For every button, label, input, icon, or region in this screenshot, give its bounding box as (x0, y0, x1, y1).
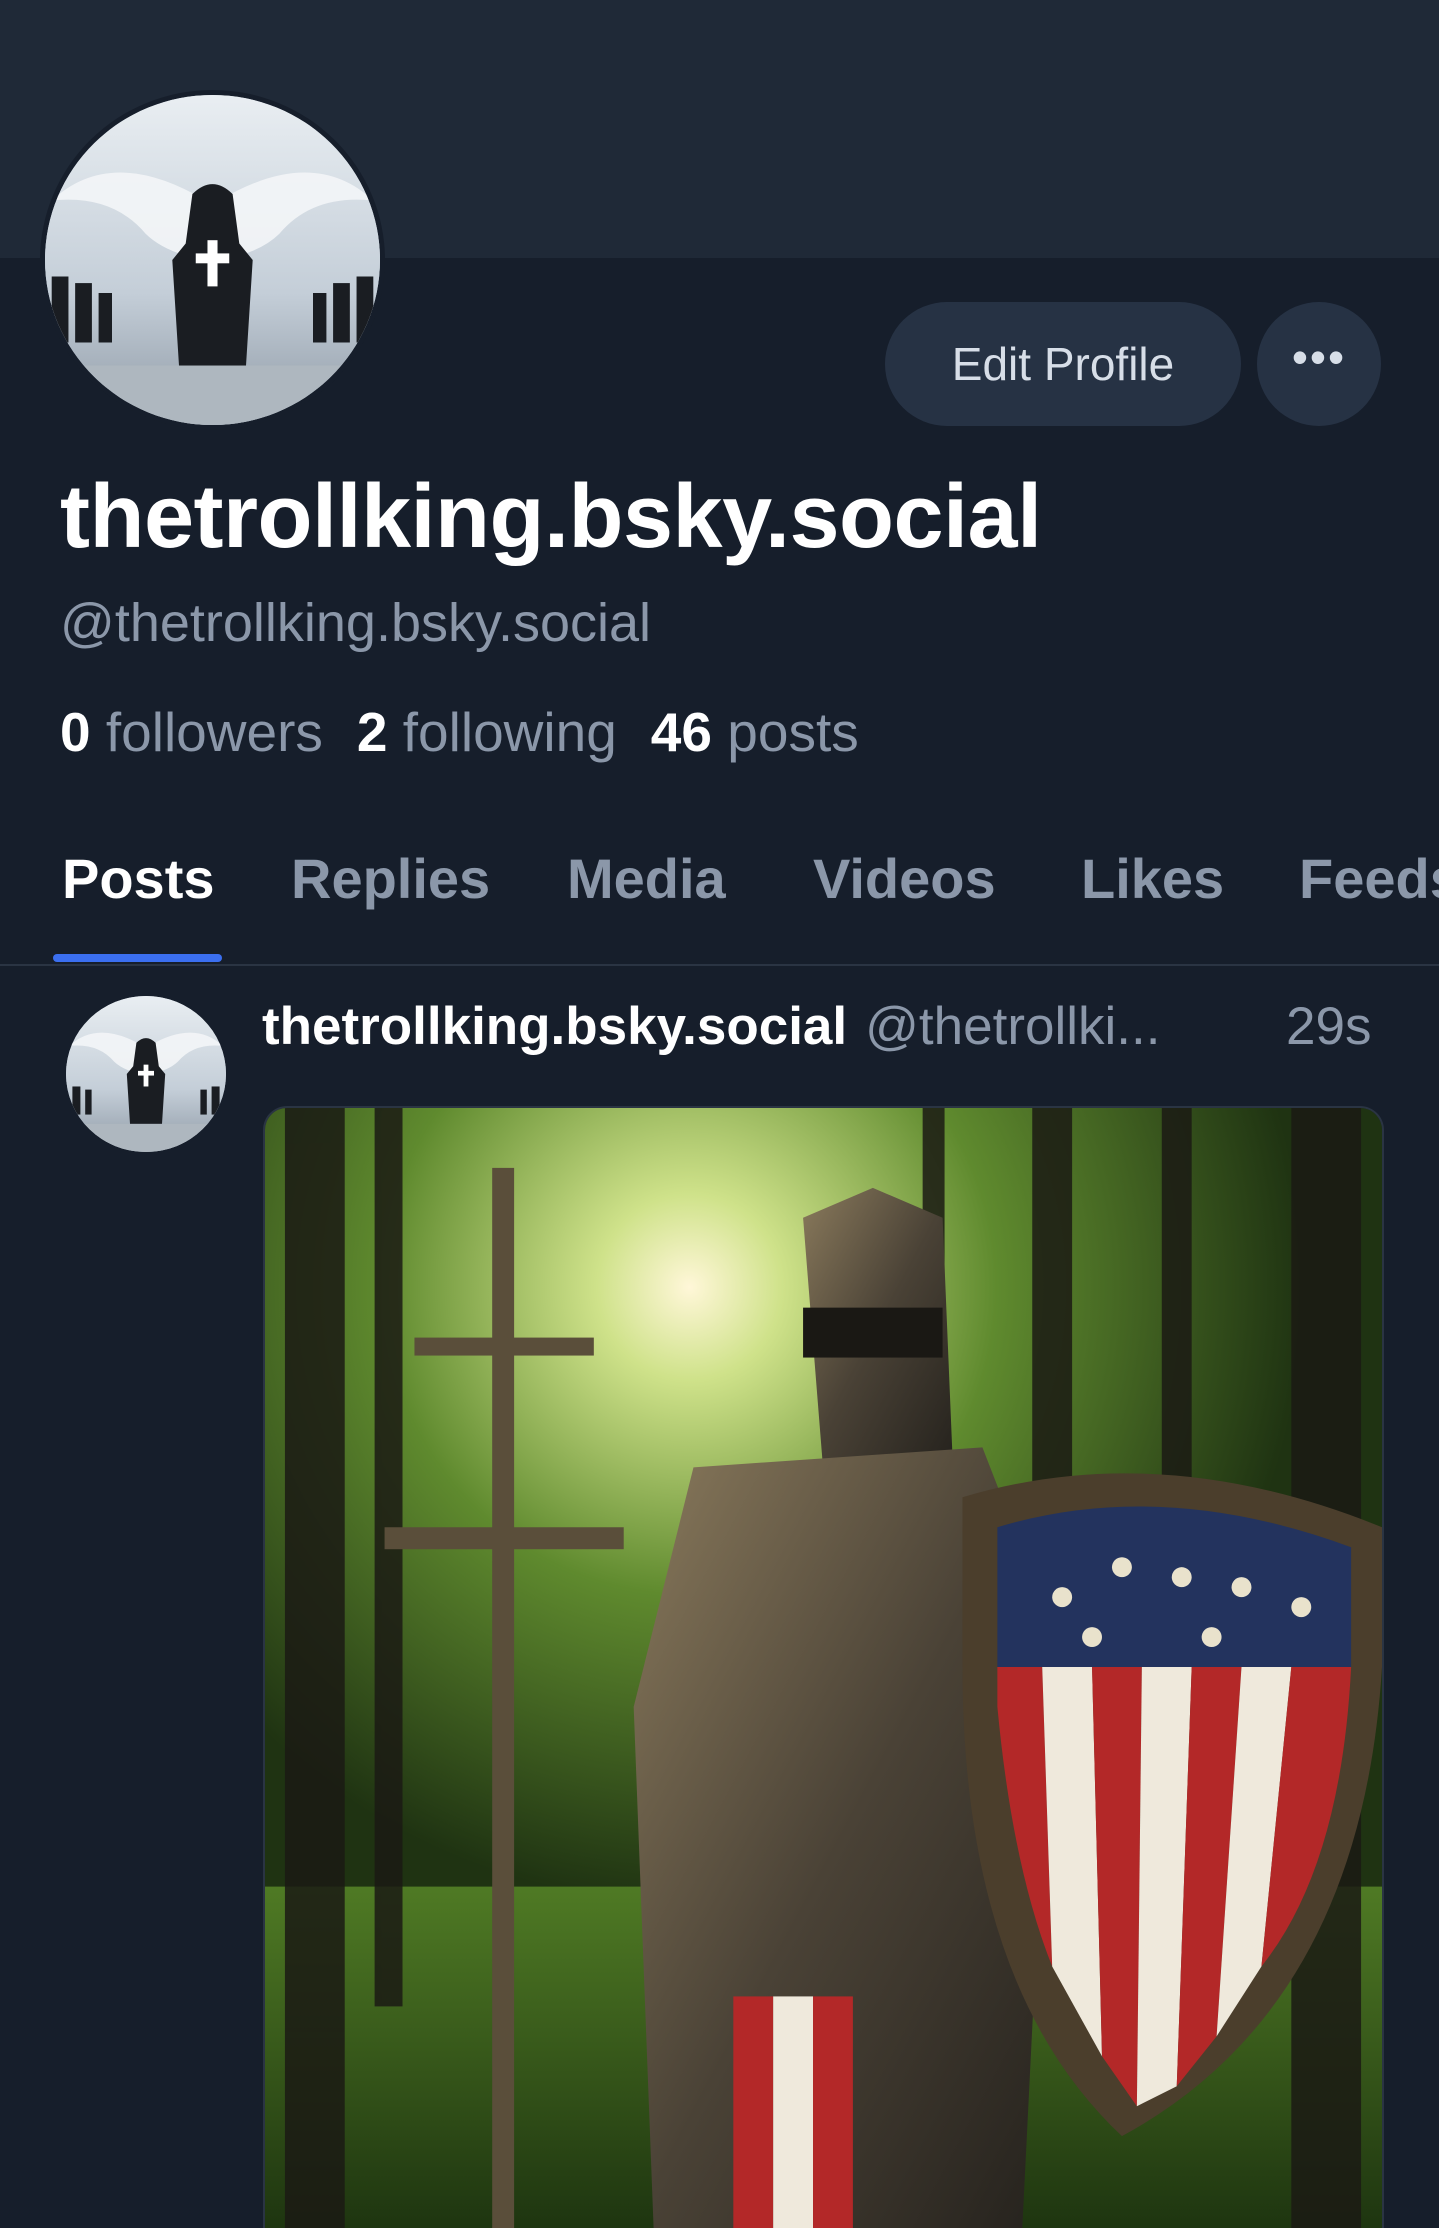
tab-media[interactable]: Media (567, 846, 726, 962)
posts-stat: 46 posts (651, 700, 859, 764)
followers-count: 0 (60, 701, 91, 763)
following-count: 2 (356, 701, 388, 763)
posts-count: 46 (650, 701, 712, 763)
profile-display-name: thetrollking.bsky.social (60, 467, 1042, 567)
followers-label: followers (105, 701, 323, 763)
post-author-avatar[interactable] (66, 996, 226, 1152)
post-header: thetrollking.bsky.social @thetrollki... (262, 996, 1160, 1066)
post-timestamp[interactable]: 29s (1286, 996, 1371, 1057)
tab-posts[interactable]: Posts (62, 846, 215, 962)
followers-stat[interactable]: 0 followers (60, 700, 323, 764)
post-author-handle[interactable]: @thetrollki... (865, 996, 1160, 1057)
profile-tabs: Posts Replies Media Videos Likes Feeds (0, 846, 1439, 966)
post-author-name[interactable]: thetrollking.bsky.social (262, 996, 847, 1057)
edit-profile-button[interactable]: Edit Profile (885, 302, 1241, 426)
following-stat[interactable]: 2 following (357, 700, 617, 764)
post-image[interactable] (263, 1106, 1384, 2228)
tab-replies[interactable]: Replies (291, 846, 490, 962)
profile-avatar[interactable] (40, 90, 385, 430)
posts-label: posts (727, 701, 859, 763)
tab-likes[interactable]: Likes (1081, 846, 1224, 962)
tab-videos[interactable]: Videos (813, 846, 996, 962)
knight-image (265, 1108, 1382, 2228)
profile-stats: 0 followers 2 following 46 posts (60, 700, 893, 764)
more-horizontal-icon: ••• (1291, 331, 1347, 383)
more-options-button[interactable]: ••• (1257, 302, 1381, 426)
following-label: following (402, 701, 617, 763)
profile-handle: @thetrollking.bsky.social (60, 593, 652, 653)
tab-feeds[interactable]: Feeds (1299, 846, 1439, 962)
active-tab-indicator (53, 954, 222, 962)
avatar-image (45, 95, 380, 425)
avatar-image (66, 996, 226, 1152)
